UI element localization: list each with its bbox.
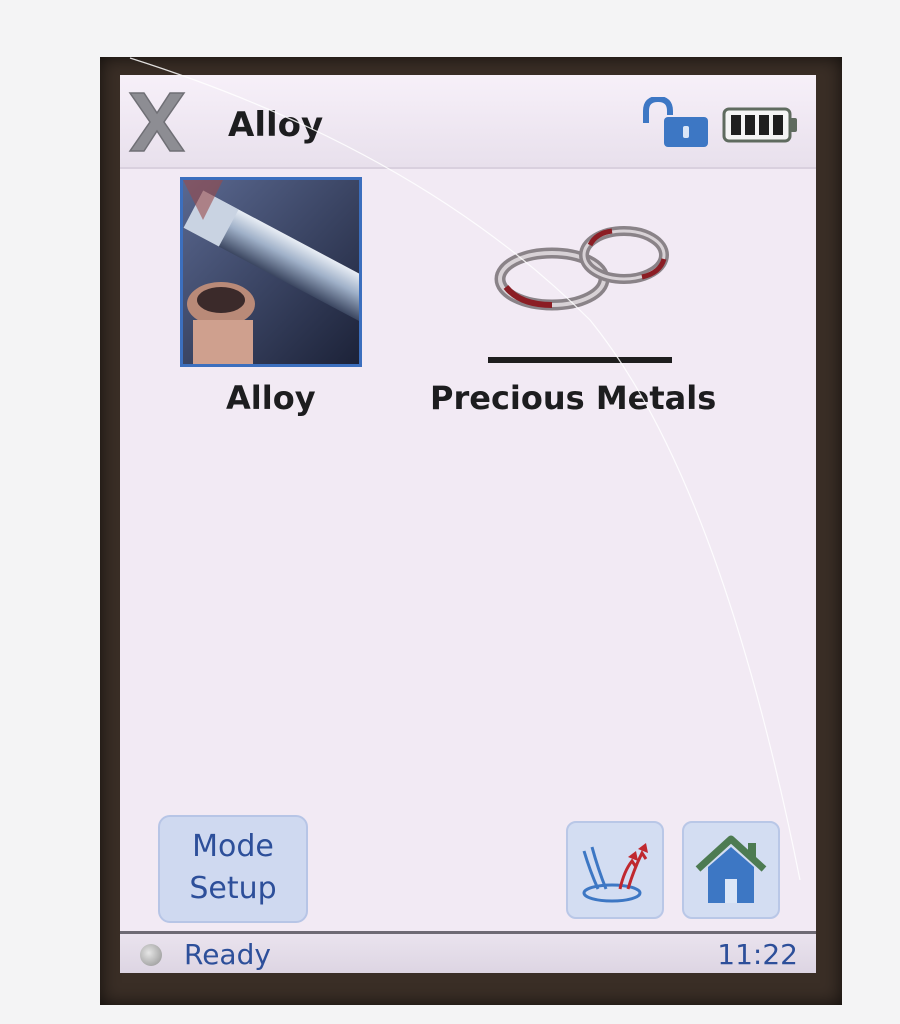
rings-icon [494, 226, 669, 311]
tile-alloy-label: Alloy [226, 379, 316, 417]
tile-precious-metals-label: Precious Metals [430, 379, 717, 417]
mode-setup-button[interactable]: Mode Setup [158, 815, 308, 923]
status-indicator-icon [140, 944, 162, 966]
home-icon [695, 835, 767, 903]
home-button[interactable] [682, 821, 780, 919]
mode-setup-label-line1: Mode [192, 829, 274, 864]
title-bar: Alloy [120, 75, 816, 169]
page-title: Alloy [228, 105, 324, 145]
mode-setup-label-line2: Setup [189, 871, 277, 906]
tile-alloy[interactable]: Alloy [180, 177, 362, 417]
device-screen: Alloy Alloy Precious Metals Mode Setup R… [120, 75, 816, 973]
status-text: Ready [184, 938, 271, 971]
x-logo-icon[interactable] [126, 89, 188, 155]
status-bar: Ready 11:22 [120, 931, 816, 973]
clock: 11:22 [717, 938, 798, 971]
battery-full-icon [722, 107, 797, 143]
unlocked-padlock-icon[interactable] [640, 97, 712, 149]
sample-shots-button[interactable] [566, 821, 664, 919]
selection-underline [488, 357, 672, 363]
sample-shots-icon [582, 843, 648, 903]
alloy-bolt-photo-icon [180, 177, 362, 367]
